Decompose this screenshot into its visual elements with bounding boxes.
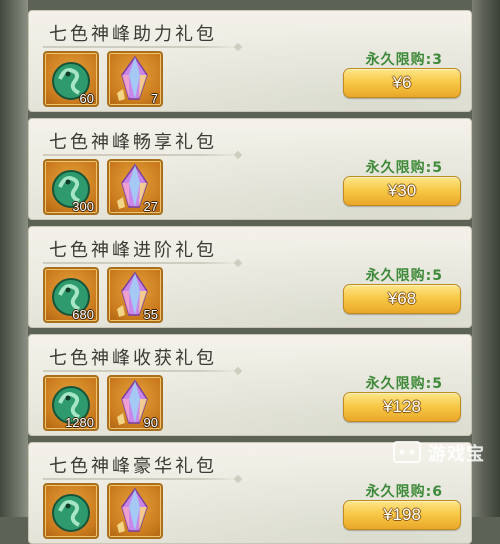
item-slot-crystal[interactable]: 7 [107,51,163,107]
gift-pack-card: 七色神峰收获礼包 1280 90 永久限购:5 ¥128 [28,334,472,436]
title-divider-ornament [233,150,243,160]
item-slot-crystal[interactable] [107,483,163,539]
item-quantity: 7 [150,91,158,106]
item-quantity: 55 [143,307,158,322]
buy-button[interactable]: ¥198 [343,500,461,530]
watermark-logo-icon [393,441,421,463]
title-divider [43,46,239,48]
watermark: 游戏宝 [388,438,496,468]
rainbow-crystal-icon [117,487,148,533]
title-divider-ornament [233,474,243,484]
item-quantity: 60 [79,91,94,106]
gift-pack-card: 七色神峰助力礼包 60 7 永久限购:3 ¥6 [28,10,472,112]
pack-title: 七色神峰助力礼包 [49,24,217,45]
title-divider [43,154,239,156]
item-slot-crystal[interactable]: 90 [107,375,163,431]
buy-button[interactable]: ¥128 [343,392,461,422]
item-slot-jade[interactable]: 1280 [43,375,99,431]
item-slot-jade[interactable] [43,483,99,539]
buy-button[interactable]: ¥30 [343,176,461,206]
purchase-limit: 永久限购:3 [365,52,443,68]
pack-title: 七色神峰豪华礼包 [49,456,217,477]
pack-title: 七色神峰畅享礼包 [49,132,217,153]
pack-title: 七色神峰收获礼包 [49,348,217,369]
gift-pack-card: 七色神峰畅享礼包 300 27 永久限购:5 ¥30 [28,118,472,220]
purchase-limit: 永久限购:6 [365,484,443,500]
title-divider [43,370,239,372]
title-divider-ornament [233,42,243,52]
item-quantity: 300 [72,199,94,214]
item-slot-jade[interactable]: 60 [43,51,99,107]
jade-dragon-icon [52,494,90,532]
item-quantity: 1280 [65,415,94,430]
watermark-text: 游戏宝 [428,444,485,465]
purchase-limit: 永久限购:5 [365,160,443,176]
item-slot-crystal[interactable]: 27 [107,159,163,215]
title-divider [43,478,239,480]
item-quantity: 90 [143,415,158,430]
purchase-limit: 永久限购:5 [365,268,443,284]
title-divider-ornament [233,258,243,268]
title-divider [43,262,239,264]
item-slot-crystal[interactable]: 55 [107,267,163,323]
buy-button[interactable]: ¥68 [343,284,461,314]
item-slot-jade[interactable]: 680 [43,267,99,323]
pack-title: 七色神峰进阶礼包 [49,240,217,261]
title-divider-ornament [233,366,243,376]
item-slot-jade[interactable]: 300 [43,159,99,215]
buy-button[interactable]: ¥6 [343,68,461,98]
purchase-limit: 永久限购:5 [365,376,443,392]
left-background-edge [0,0,28,517]
gift-pack-card: 七色神峰进阶礼包 680 55 永久限购:5 ¥68 [28,226,472,328]
item-quantity: 27 [143,199,158,214]
item-quantity: 680 [72,307,94,322]
